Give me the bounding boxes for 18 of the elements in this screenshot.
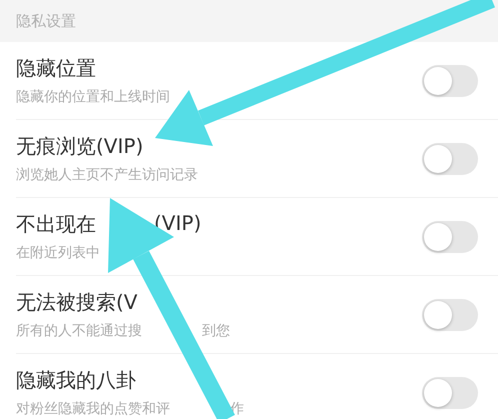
section-title: 隐私设置 <box>16 12 76 30</box>
toggle-switch[interactable] <box>422 220 478 252</box>
setting-title: 隐藏我的八卦 <box>16 367 136 394</box>
setting-title: 不出现在 <box>16 211 96 238</box>
toggle-switch[interactable] <box>422 376 478 408</box>
setting-title: 无法被搜索(V <box>16 289 138 316</box>
setting-description: 在附近列表中 <box>16 244 100 262</box>
setting-description: 浏览她人主页不产生访问记录 <box>16 166 198 184</box>
setting-description: 所有的人不能通过搜 <box>16 322 142 340</box>
setting-description: 隐藏你的位置和上线时间 <box>16 88 170 106</box>
setting-description: 到您 <box>202 322 230 340</box>
toggle-switch[interactable] <box>422 64 478 96</box>
toggle-switch[interactable] <box>422 142 478 174</box>
setting-title: 隐藏位置 <box>16 55 96 82</box>
toggle-switch[interactable] <box>422 298 478 330</box>
setting-description: 对粉丝隐藏我的点赞和评 <box>16 400 170 418</box>
setting-title: 无痕浏览(VIP) <box>16 133 144 160</box>
setting-title: (VIP) <box>154 211 202 237</box>
